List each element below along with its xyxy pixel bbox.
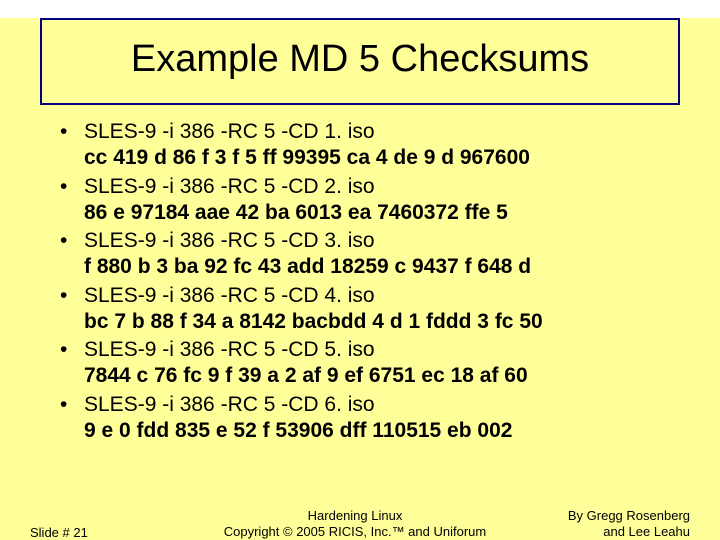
checksum-list: SLES-9 -i 386 -RC 5 -CD 1. iso cc 419 d …: [60, 119, 670, 444]
list-item: SLES-9 -i 386 -RC 5 -CD 4. iso bc 7 b 88…: [60, 283, 670, 336]
footer-center: Hardening Linux Copyright © 2005 RICIS, …: [190, 508, 520, 540]
list-item: SLES-9 -i 386 -RC 5 -CD 1. iso cc 419 d …: [60, 119, 670, 172]
footer-center-line2: Copyright © 2005 RICIS, Inc.™ and Unifor…: [224, 524, 486, 539]
slide: Example MD 5 Checksums SLES-9 -i 386 -RC…: [0, 18, 720, 540]
file-name: SLES-9 -i 386 -RC 5 -CD 5. iso: [84, 337, 670, 363]
footer-author: By Gregg Rosenberg and Lee Leahu: [520, 508, 720, 540]
file-hash: bc 7 b 88 f 34 a 8142 bacbdd 4 d 1 fddd …: [84, 309, 670, 335]
file-hash: cc 419 d 86 f 3 f 5 ff 99395 ca 4 de 9 d…: [84, 145, 670, 171]
slide-footer: Slide # 21 Hardening Linux Copyright © 2…: [0, 508, 720, 540]
file-name: SLES-9 -i 386 -RC 5 -CD 3. iso: [84, 228, 670, 254]
file-name: SLES-9 -i 386 -RC 5 -CD 4. iso: [84, 283, 670, 309]
list-item: SLES-9 -i 386 -RC 5 -CD 2. iso 86 e 9718…: [60, 174, 670, 227]
footer-center-line1: Hardening Linux: [308, 508, 403, 523]
list-item: SLES-9 -i 386 -RC 5 -CD 3. iso f 880 b 3…: [60, 228, 670, 281]
slide-body: SLES-9 -i 386 -RC 5 -CD 1. iso cc 419 d …: [60, 119, 670, 444]
footer-right-line2: and Lee Leahu: [603, 524, 690, 539]
title-container: Example MD 5 Checksums: [40, 18, 680, 105]
file-hash: f 880 b 3 ba 92 fc 43 add 18259 c 9437 f…: [84, 254, 670, 280]
footer-slide-number: Slide # 21: [0, 525, 190, 540]
list-item: SLES-9 -i 386 -RC 5 -CD 5. iso 7844 c 76…: [60, 337, 670, 390]
slide-title: Example MD 5 Checksums: [52, 38, 668, 81]
list-item: SLES-9 -i 386 -RC 5 -CD 6. iso 9 e 0 fdd…: [60, 392, 670, 445]
file-name: SLES-9 -i 386 -RC 5 -CD 1. iso: [84, 119, 670, 145]
file-hash: 9 e 0 fdd 835 e 52 f 53906 dff 110515 eb…: [84, 418, 670, 444]
file-name: SLES-9 -i 386 -RC 5 -CD 2. iso: [84, 174, 670, 200]
file-name: SLES-9 -i 386 -RC 5 -CD 6. iso: [84, 392, 670, 418]
file-hash: 86 e 97184 aae 42 ba 6013 ea 7460372 ffe…: [84, 200, 670, 226]
footer-right-line1: By Gregg Rosenberg: [568, 508, 690, 523]
file-hash: 7844 c 76 fc 9 f 39 a 2 af 9 ef 6751 ec …: [84, 363, 670, 389]
